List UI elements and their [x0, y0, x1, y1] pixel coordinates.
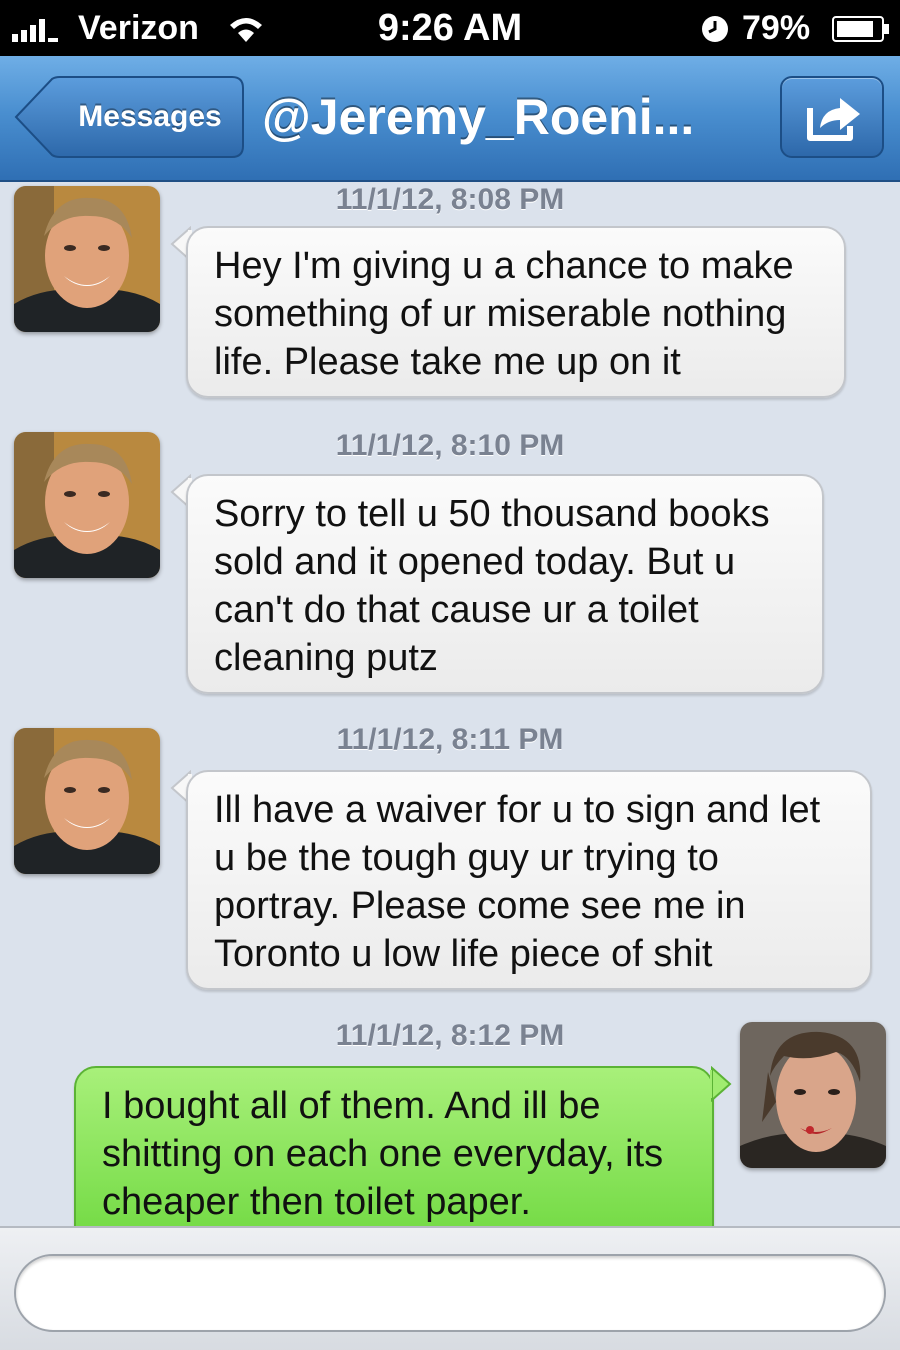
compose-bar — [0, 1226, 900, 1350]
message-bubble-incoming[interactable]: Sorry to tell u 50 thousand books sold a… — [186, 474, 824, 694]
user-avatar[interactable] — [740, 1022, 886, 1168]
message-bubble-incoming[interactable]: Hey I'm giving u a chance to make someth… — [186, 226, 846, 398]
message-bubble-incoming[interactable]: Ill have a waiver for u to sign and let … — [186, 770, 872, 990]
back-button-label: Messages — [78, 100, 222, 133]
back-button[interactable]: Messages — [14, 76, 244, 158]
message-input[interactable] — [14, 1254, 886, 1332]
navigation-bar: Messages @Jeremy_Roeni... — [0, 56, 900, 182]
share-icon — [807, 98, 860, 141]
battery-icon — [832, 16, 889, 42]
conversation-area[interactable]: 11/1/12, 8:08 PM Hey I'm giving u a chan… — [0, 182, 900, 1226]
contact-avatar[interactable] — [14, 432, 160, 578]
contact-avatar[interactable] — [14, 728, 160, 874]
share-button[interactable] — [780, 76, 884, 158]
conversation-title: @Jeremy_Roeni... — [262, 89, 695, 145]
bubble-tail — [710, 1066, 732, 1102]
contact-avatar[interactable] — [14, 186, 160, 332]
battery-percent: 79% — [742, 9, 811, 47]
alarm-icon — [702, 16, 728, 42]
status-bar: Verizon 9:26 AM 79% — [0, 0, 900, 56]
message-bubble-outgoing[interactable]: I bought all of them. And ill be shittin… — [74, 1066, 714, 1226]
